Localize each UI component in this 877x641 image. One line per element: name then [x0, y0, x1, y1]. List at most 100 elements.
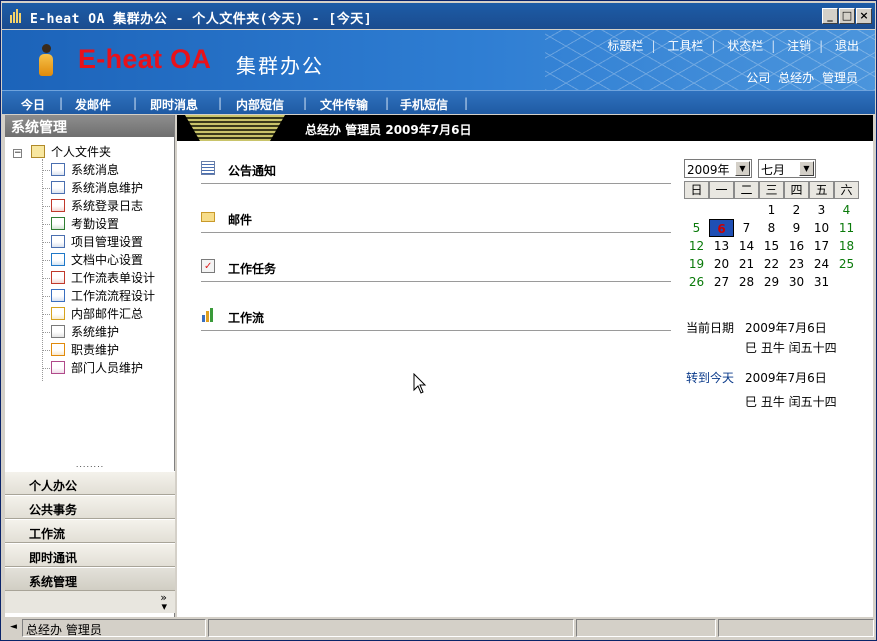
- calendar-day[interactable]: 17: [809, 237, 834, 255]
- calendar-day[interactable]: 9: [784, 219, 809, 237]
- accordion-more-button[interactable]: » ▾: [5, 591, 175, 613]
- left-panel: 系统管理 − 个人文件夹 系统消息 系统消息维护 系统登录日志 考勤设置项目管理设置文…: [5, 115, 175, 617]
- weekday-header: 日一二三四五六: [684, 181, 859, 199]
- calendar-day[interactable]: 19: [684, 255, 709, 273]
- splitter-grip[interactable]: ........: [5, 461, 175, 471]
- calendar-day[interactable]: 21: [734, 255, 759, 273]
- calendar-day[interactable]: 31: [809, 273, 834, 291]
- sidebar-item[interactable]: 部门人员维护: [51, 359, 143, 377]
- calendar-day[interactable]: 30: [784, 273, 809, 291]
- mail-icon: [51, 307, 65, 320]
- folder-tree: − 个人文件夹 系统消息 系统消息维护 系统登录日志 考勤设置项目管理设置文档中心设置…: [5, 137, 174, 463]
- login-log-icon: [51, 199, 65, 212]
- sidebar-item[interactable]: 考勤设置: [51, 215, 119, 233]
- section-mail-title: 邮件: [228, 213, 253, 227]
- mouse-cursor-icon: [413, 373, 427, 394]
- tree-root[interactable]: 个人文件夹: [31, 143, 111, 161]
- current-date-label: 当前日期: [686, 321, 735, 335]
- sidebar-item[interactable]: 系统维护: [51, 323, 119, 341]
- sidebar-item[interactable]: 文档中心设置: [51, 251, 143, 269]
- sidebar-item[interactable]: 项目管理设置: [51, 233, 143, 251]
- calendar-day[interactable]: 2: [784, 201, 809, 219]
- calendar-day[interactable]: 25: [834, 255, 859, 273]
- minimize-button[interactable]: _: [822, 8, 838, 24]
- year-value: 2009年: [687, 163, 730, 177]
- calendar-day[interactable]: 5: [684, 219, 709, 237]
- sidebar-item[interactable]: 工作流表单设计: [51, 269, 155, 287]
- nav-today[interactable]: 今日: [21, 96, 45, 113]
- sidebar-item[interactable]: 系统消息: [51, 161, 119, 179]
- sidebar-item[interactable]: 工作流流程设计: [51, 287, 155, 305]
- sidebar-item[interactable]: 职责维护: [51, 341, 119, 359]
- sidebar-item[interactable]: 系统消息维护: [51, 179, 143, 197]
- exit-link[interactable]: 退出: [835, 39, 859, 53]
- goto-today-link[interactable]: 转到今天: [686, 369, 734, 386]
- nav-mobile-sms[interactable]: 手机短信: [400, 96, 448, 113]
- sidebar-item-label: 项目管理设置: [71, 235, 144, 249]
- calendar-day[interactable]: 14: [734, 237, 759, 255]
- calendar-day[interactable]: 4: [834, 201, 859, 219]
- calendar-day[interactable]: 16: [784, 237, 809, 255]
- acc-workflow[interactable]: 工作流: [5, 519, 175, 543]
- section-workflow-title: 工作流: [228, 311, 265, 325]
- titlebar-toggle-link[interactable]: 标题栏: [607, 39, 643, 53]
- calendar-day[interactable]: 8: [759, 219, 784, 237]
- calendar-day[interactable]: 13: [709, 237, 734, 255]
- sidebar-item-label: 部门人员维护: [71, 361, 144, 375]
- calendar-day[interactable]: 7: [734, 219, 759, 237]
- calendar-day[interactable]: 15: [759, 237, 784, 255]
- goto-date: 2009年7月6日: [745, 371, 827, 385]
- logo-person-icon: [36, 44, 56, 78]
- calendar-day[interactable]: 12: [684, 237, 709, 255]
- brand-subtitle: 集群办公: [236, 54, 324, 78]
- nav-send-mail[interactable]: 发邮件: [75, 96, 111, 113]
- duty-icon: [51, 343, 65, 356]
- maximize-button[interactable]: □: [839, 8, 855, 24]
- calendar-day[interactable]: 23: [784, 255, 809, 273]
- calendar-day[interactable]: 22: [759, 255, 784, 273]
- calendar-day[interactable]: 10: [809, 219, 834, 237]
- title-bar[interactable]: E-heat OA 集群办公 - 个人文件夹(今天) - [今天] _ □ ×: [2, 3, 875, 29]
- acc-instant-comm[interactable]: 即时通讯: [5, 543, 175, 567]
- weekday-label: 三: [759, 181, 784, 199]
- nav-internal-sms[interactable]: 内部短信: [236, 96, 284, 113]
- main-info-bar: 总经办 管理员 2009年7月6日: [177, 115, 873, 141]
- calendar-day[interactable]: 18: [834, 237, 859, 255]
- nav-file-transfer[interactable]: 文件传输: [320, 96, 368, 113]
- tree-expander[interactable]: −: [13, 149, 22, 158]
- tree-root-label: 个人文件夹: [51, 145, 112, 159]
- calendar-day[interactable]: 11: [834, 219, 859, 237]
- acc-system-admin[interactable]: 系统管理: [5, 567, 175, 591]
- header-banner: E-heat OA 集群办公 标题栏 | 工具栏 | 状态栏 | 注销 | 退出 公司 …: [2, 30, 875, 90]
- acc-public-affairs[interactable]: 公共事务: [5, 495, 175, 519]
- weekday-label: 四: [784, 181, 809, 199]
- user-dept: 总经办: [778, 71, 815, 85]
- calendar-day[interactable]: 27: [709, 273, 734, 291]
- sidebar-item[interactable]: 系统登录日志: [51, 197, 143, 215]
- calendar-day[interactable]: 29: [759, 273, 784, 291]
- calendar-day[interactable]: 24: [809, 255, 834, 273]
- chevron-more-icon: »: [160, 591, 167, 604]
- calendar-day[interactable]: 28: [734, 273, 759, 291]
- current-date: 2009年7月6日: [745, 321, 827, 335]
- dropdown-arrow-icon: ▼: [735, 161, 750, 176]
- logout-link[interactable]: 注销: [787, 39, 811, 53]
- calendar-day[interactable]: 26: [684, 273, 709, 291]
- calendar-day[interactable]: 3: [809, 201, 834, 219]
- month-select[interactable]: 七月 ▼: [758, 159, 816, 178]
- year-select[interactable]: 2009年 ▼: [684, 159, 752, 178]
- calendar-day-today[interactable]: 6: [709, 219, 734, 237]
- app-window: E-heat OA 集群办公 - 个人文件夹(今天) - [今天] _ □ × …: [0, 0, 877, 641]
- acc-personal-office[interactable]: 个人办公: [5, 471, 175, 495]
- close-button[interactable]: ×: [856, 8, 872, 24]
- folder-icon: [31, 145, 45, 158]
- app-icon: [10, 9, 22, 23]
- statusbar-toggle-link[interactable]: 状态栏: [727, 39, 763, 53]
- toolbar-toggle-link[interactable]: 工具栏: [667, 39, 703, 53]
- status-left-arrow-icon[interactable]: ◄: [10, 622, 17, 632]
- calendar-day[interactable]: 1: [759, 201, 784, 219]
- sidebar-item[interactable]: 内部邮件汇总: [51, 305, 143, 323]
- calendar-day[interactable]: 20: [709, 255, 734, 273]
- current-lunar: 巳 丑牛 闰五十四: [745, 341, 837, 355]
- nav-instant-message[interactable]: 即时消息: [150, 96, 198, 113]
